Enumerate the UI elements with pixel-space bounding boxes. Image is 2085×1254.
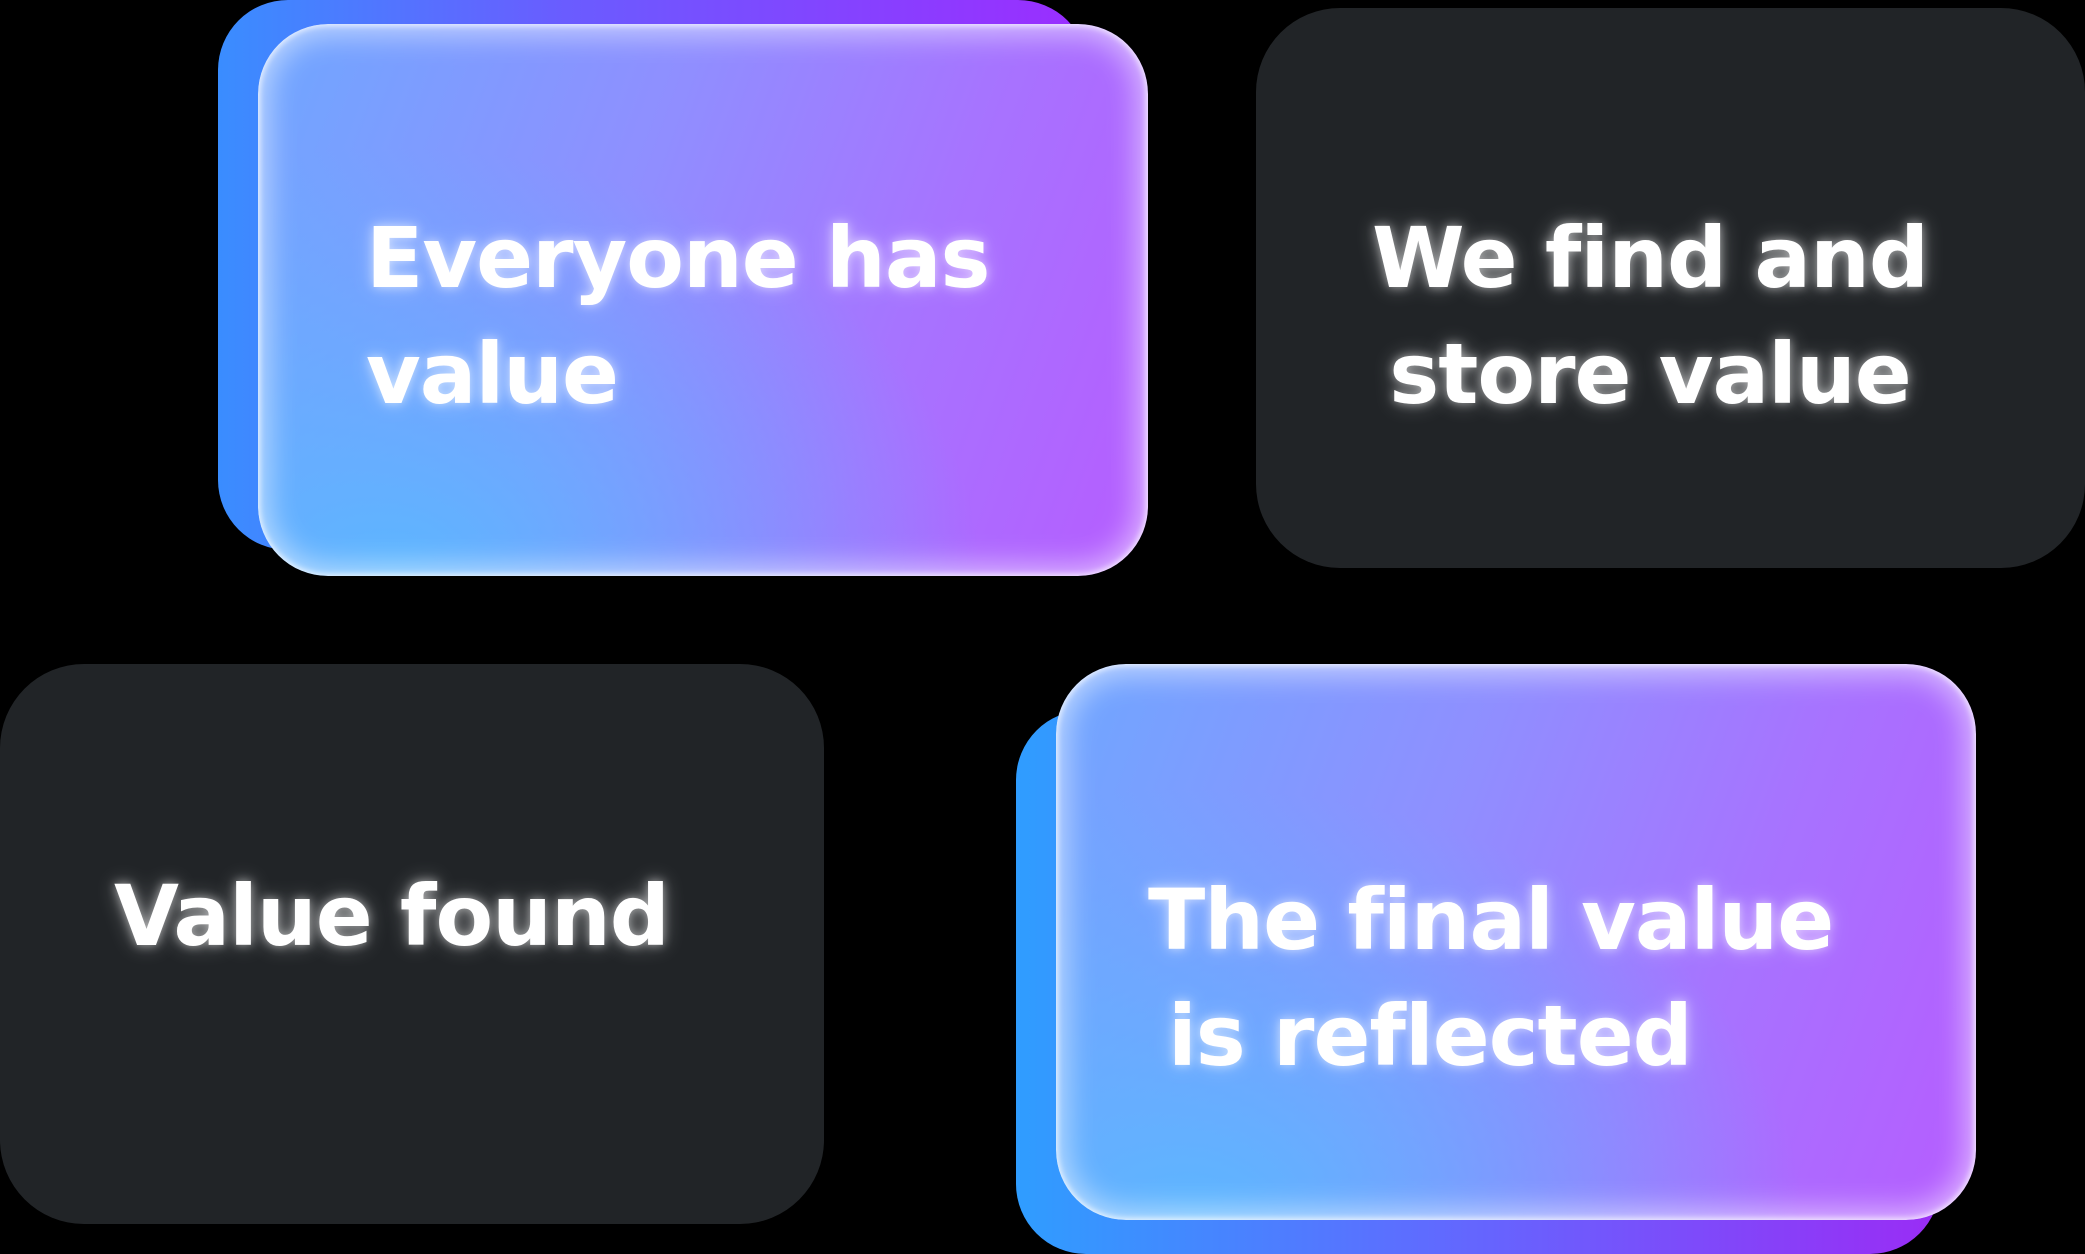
card-value-found: Value found (0, 664, 824, 1224)
card-we-find-and-store-value-line-2: store value (1389, 325, 1912, 423)
card-everyone-has-value-line-2: value (366, 325, 619, 423)
card-we-find-and-store-value: We find and store value (1256, 8, 2085, 568)
card-final-value-reflected-line-1: The final value (1148, 871, 1834, 969)
card-everyone-has-value-line-1: Everyone has (366, 209, 990, 307)
card-everyone-has-value-text: Everyone has value (366, 200, 990, 432)
card-we-find-and-store-value-text: We find and store value (1372, 200, 1929, 432)
card-value-found-text: Value found (114, 858, 670, 974)
card-value-found-line-1: Value found (114, 867, 670, 965)
card-final-value-reflected-text: The final value is reflected (1148, 862, 1834, 1094)
card-final-value-reflected: The final value is reflected (1056, 664, 1976, 1220)
card-everyone-has-value: Everyone has value (258, 24, 1148, 576)
card-final-value-reflected-line-2: is reflected (1168, 987, 1693, 1085)
card-we-find-and-store-value-line-1: We find and (1372, 209, 1929, 307)
